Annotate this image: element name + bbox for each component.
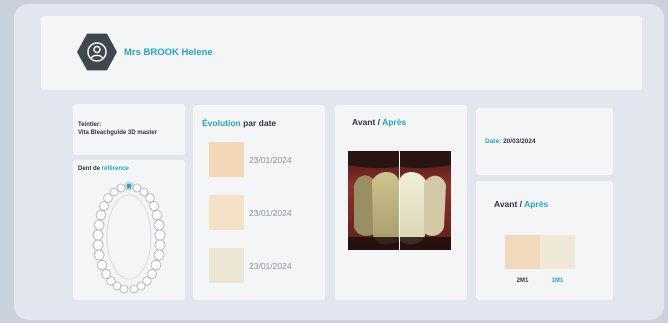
reference-tooth-title-prefix: Dent de <box>78 166 102 172</box>
before-after-photo-title: Avant / Après <box>352 117 406 127</box>
before-after-shade-title: Avant / Après <box>494 199 548 209</box>
evolution-swatch[interactable] <box>209 248 244 283</box>
before-after-shade-title-accent: Après <box>524 199 549 209</box>
reference-tooth-title-accent: référence <box>101 166 129 172</box>
shade-guide-card: Teintier: Vita Bleachguide 3D master <box>73 104 185 155</box>
after-shade-swatch[interactable] <box>540 235 575 269</box>
before-shade-code: 2M1 <box>516 278 529 284</box>
shade-guide-label: Teintier: <box>78 122 102 128</box>
session-date: Date: 20/03/2024 <box>485 138 536 145</box>
session-date-value: 20/03/2024 <box>503 138 536 145</box>
user-icon[interactable] <box>77 33 117 71</box>
evolution-date: 23/01/2024 <box>249 155 292 165</box>
session-date-card: Date: 20/03/2024 <box>476 108 613 175</box>
evolution-date: 23/01/2024 <box>249 261 292 271</box>
reference-tooth-card: Dent de référence <box>73 160 185 300</box>
evolution-title-accent: Évolution <box>202 118 241 128</box>
evolution-swatch[interactable] <box>209 142 244 177</box>
before-shade-swatch[interactable] <box>505 235 540 269</box>
before-after-shade-card: Avant / Après 2M1 1M1 <box>476 181 613 300</box>
session-date-label: Date: <box>485 138 504 145</box>
before-after-photo-title-prefix: Avant / <box>352 117 383 127</box>
before-after-photo-card: Avant / Après <box>335 105 467 300</box>
evolution-title-rest: par date <box>240 118 277 128</box>
patient-header: Mrs BROOK Helene <box>41 16 642 90</box>
patient-name: Mrs BROOK Helene <box>124 47 213 58</box>
before-after-shade-title-prefix: Avant / <box>494 199 525 209</box>
evolution-title: Évolution par date <box>202 118 276 128</box>
before-after-photo-title-accent: Après <box>382 117 407 127</box>
evolution-date: 23/01/2024 <box>249 208 292 218</box>
after-shade-code: 1M1 <box>551 278 564 284</box>
evolution-card: Évolution par date 23/01/2024 23/01/2024… <box>193 105 325 300</box>
shade-guide-value: Vita Bleachguide 3D master <box>78 130 157 136</box>
reference-tooth-title: Dent de référence <box>78 166 129 172</box>
evolution-swatch[interactable] <box>209 195 244 230</box>
dental-arch-chart-icon[interactable] <box>91 179 167 295</box>
before-after-tooth-photo[interactable] <box>348 151 451 250</box>
